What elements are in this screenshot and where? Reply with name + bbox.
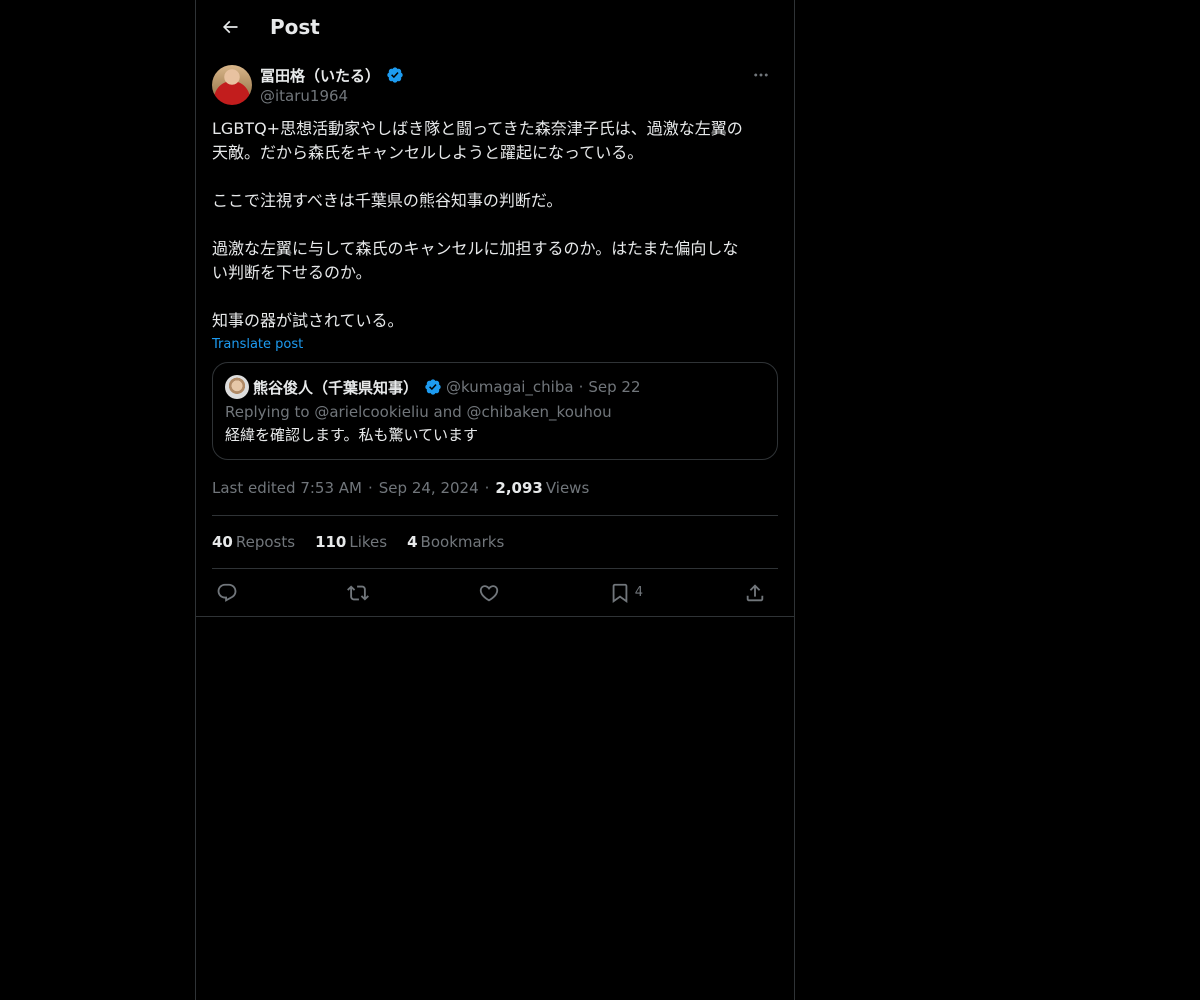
quoted-post[interactable]: 熊谷俊人（千葉県知事） @kumagai_chiba · Sep 22 Repl… <box>212 362 778 460</box>
post-line: い判断を下せるのか。 <box>212 263 372 282</box>
quote-author-handle: @kumagai_chiba <box>446 378 574 396</box>
likes-label: Likes <box>349 533 388 551</box>
quote-date: Sep 22 <box>588 378 641 396</box>
repost-icon <box>346 585 369 600</box>
back-arrow-icon <box>222 20 238 33</box>
post-text: LGBTQ+思想活動家やしばき隊と闘ってきた森奈津子氏は、過激な左翼の 天敵。だ… <box>212 117 778 333</box>
post-date[interactable]: Sep 24, 2024 <box>379 479 479 497</box>
edited-time[interactable]: Last edited 7:53 AM <box>212 479 362 497</box>
author-name[interactable]: 冨田格（いたる） <box>260 65 380 86</box>
primary-column: Post 冨田格（いたる） @itaru1964 LGBTQ+思想活動家やしばき… <box>195 0 795 1000</box>
reposts-stat[interactable]: 40 Reposts <box>212 533 295 551</box>
bookmark-button[interactable]: 4 <box>609 582 643 604</box>
reposts-label: Reposts <box>235 533 296 551</box>
quote-avatar <box>225 375 249 399</box>
more-icon <box>754 73 768 77</box>
author-row: 冨田格（いたる） @itaru1964 <box>212 65 778 105</box>
post-container: Post 冨田格（いたる） @itaru1964 LGBTQ+思想活動家やしばき… <box>196 0 794 617</box>
post: 冨田格（いたる） @itaru1964 LGBTQ+思想活動家やしばき隊と闘って… <box>196 53 794 616</box>
views-label: Views <box>545 479 590 497</box>
quote-author-name: 熊谷俊人（千葉県知事） <box>253 378 419 397</box>
quote-text: 経緯を確認します。私も驚いています <box>225 426 479 444</box>
author-info: 冨田格（いたる） @itaru1964 <box>260 65 404 105</box>
bookmarks-label: Bookmarks <box>420 533 505 551</box>
quote-replying-to: Replying to @arielcookieliu and @chibake… <box>225 403 612 421</box>
translate-link[interactable]: Translate post <box>212 337 303 352</box>
likes-stat[interactable]: 110 Likes <box>315 533 387 551</box>
action-bar: 4 <box>212 569 778 616</box>
reply-icon <box>217 583 237 602</box>
bookmarks-stat[interactable]: 4 Bookmarks <box>407 533 504 551</box>
like-button[interactable] <box>478 582 508 604</box>
post-line: 天敵。だから森氏をキャンセルしようと躍起になっている。 <box>212 143 644 162</box>
post-meta: Last edited 7:53 AM · Sep 24, 2024 · 2,0… <box>212 476 778 500</box>
post-line: 知事の器が試されている。 <box>212 311 404 330</box>
bookmark-icon <box>612 583 628 603</box>
bookmarks-count: 4 <box>407 533 418 551</box>
more-button[interactable] <box>744 65 778 85</box>
author-handle[interactable]: @itaru1964 <box>260 87 404 105</box>
post-line: ここで注視すべきは千葉県の熊谷知事の判断だ。 <box>212 191 563 210</box>
post-line <box>212 213 778 237</box>
separator-dot: · <box>578 378 584 396</box>
likes-count: 110 <box>315 533 347 551</box>
reply-button[interactable] <box>216 582 246 604</box>
quote-header: 熊谷俊人（千葉県知事） @kumagai_chiba · Sep 22 <box>225 375 765 399</box>
share-button[interactable] <box>744 582 774 604</box>
post-line <box>212 285 778 309</box>
verified-icon <box>425 379 441 395</box>
verified-icon <box>387 67 403 83</box>
share-icon <box>746 583 764 601</box>
separator-dot: · <box>484 479 490 497</box>
post-line: 過激な左翼に与して森氏のキャンセルに加担するのか。はたまた偏向しな <box>212 239 739 258</box>
post-line: LGBTQ+思想活動家やしばき隊と闘ってきた森奈津子氏は、過激な左翼の <box>212 119 743 138</box>
page-header: Post <box>196 0 794 53</box>
bookmark-count: 4 <box>634 585 644 600</box>
views-count: 2,093 <box>495 479 543 497</box>
back-button[interactable] <box>212 9 248 45</box>
avatar[interactable] <box>212 65 252 105</box>
reposts-count: 40 <box>212 533 233 551</box>
post-line <box>212 165 778 189</box>
page-title: Post <box>270 14 320 39</box>
engagement-stats: 40 Reposts 110 Likes 4 Bookmarks <box>212 515 778 569</box>
name-line: 冨田格（いたる） <box>260 65 404 85</box>
separator-dot: · <box>368 479 373 497</box>
like-icon <box>479 584 499 601</box>
repost-button[interactable] <box>346 582 377 604</box>
